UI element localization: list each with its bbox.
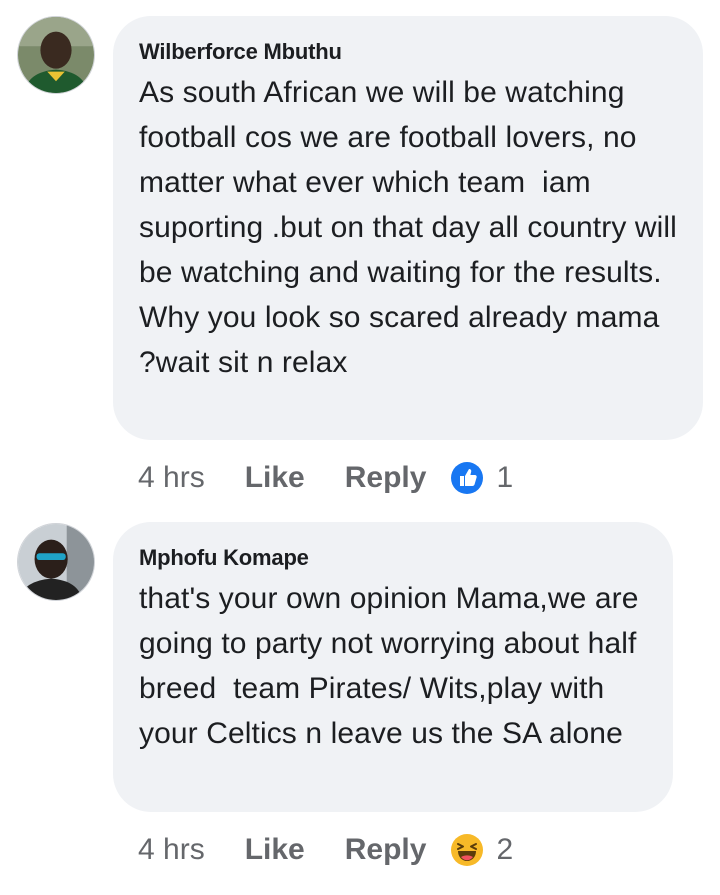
comment-timestamp[interactable]: 4 hrs — [138, 461, 205, 495]
reaction-count[interactable]: 1 — [496, 461, 513, 495]
comment-text: As south African we will be watching foo… — [139, 76, 686, 379]
like-button[interactable]: Like — [245, 833, 305, 867]
avatar[interactable] — [17, 523, 95, 601]
comment-bubble: Mphofu Komape that's your own opinion Ma… — [113, 522, 673, 812]
comment-timestamp[interactable]: 4 hrs — [138, 833, 205, 867]
reaction-count[interactable]: 2 — [496, 833, 513, 867]
haha-laughing-face-icon[interactable] — [450, 833, 484, 867]
reply-button[interactable]: Reply — [345, 833, 427, 867]
comment-bubble: Wilberforce Mbuthu As south African we w… — [113, 16, 703, 440]
comment-author[interactable]: Wilberforce Mbuthu — [139, 38, 679, 66]
comment-text: that's your own opinion Mama,we are goin… — [139, 582, 647, 750]
avatar[interactable] — [17, 16, 95, 94]
comment-actions: 4 hrs Like Reply 2 — [138, 830, 513, 870]
like-button[interactable]: Like — [245, 461, 305, 495]
comment-actions: 4 hrs Like Reply 1 — [138, 458, 513, 498]
user-photo-icon — [18, 17, 94, 93]
reply-button[interactable]: Reply — [345, 461, 427, 495]
like-thumbs-up-icon[interactable] — [450, 461, 484, 495]
comment-author[interactable]: Mphofu Komape — [139, 544, 649, 572]
user-photo-icon — [18, 524, 94, 600]
